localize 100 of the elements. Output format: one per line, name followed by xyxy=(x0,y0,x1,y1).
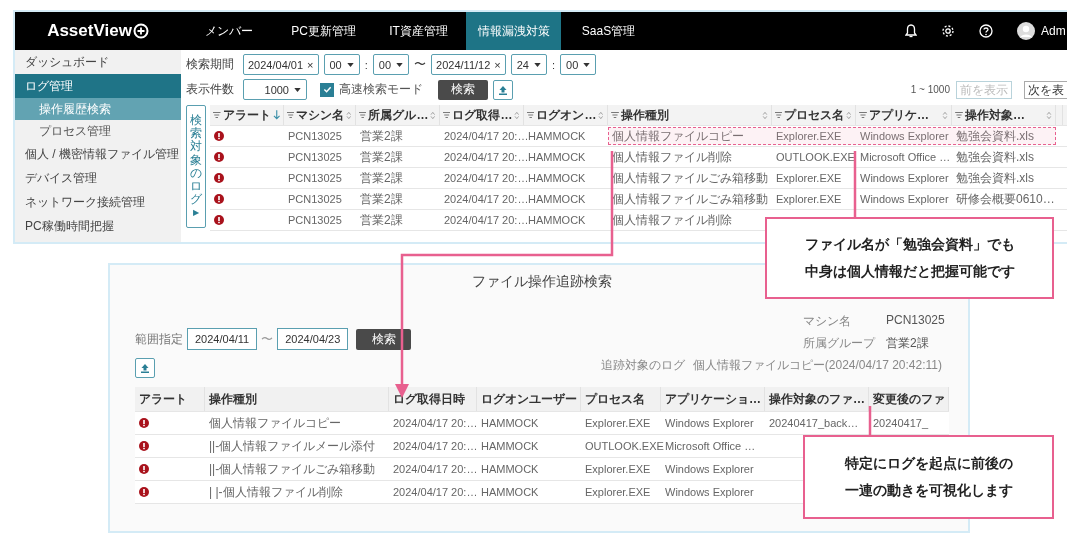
table-cell: HAMMOCK xyxy=(481,463,539,475)
info-value: 個人情報ファイルコピー(2024/04/17 20:42:11) xyxy=(692,357,942,374)
table-cell: Explorer.EXE xyxy=(776,193,842,205)
table-cell: 個人情報ファイルコピー xyxy=(209,414,341,432)
filter-icon xyxy=(443,112,451,118)
upload-button[interactable] xyxy=(135,358,155,378)
table-cell: PCN13025 xyxy=(288,214,342,226)
user-name[interactable]: Adm xyxy=(1041,24,1067,38)
checkbox-label: 高速検索モード xyxy=(339,81,423,98)
logo-mark-icon xyxy=(132,23,149,39)
table-cell: Windows Explorer xyxy=(860,172,949,184)
sidebar-item[interactable]: デバイス管理 xyxy=(15,166,181,190)
sidebar-item[interactable]: 個人 / 機密情報ファイル管理 xyxy=(15,142,181,166)
date-field[interactable]: 2024/04/01 × xyxy=(243,54,319,75)
sidebar-item[interactable]: ダッシュボード xyxy=(15,50,181,74)
table-cell: HAMMOCK xyxy=(528,151,586,163)
next-button[interactable]: 次を表 xyxy=(1024,80,1067,99)
nav-tab[interactable]: PC更新管理 xyxy=(276,12,371,50)
settings-icon xyxy=(941,24,955,38)
clear-button[interactable]: × xyxy=(307,58,314,71)
caret-icon xyxy=(583,62,591,67)
dropdown[interactable]: 24 xyxy=(510,54,547,75)
search-button[interactable]: 検索 xyxy=(356,328,412,350)
nav-tab[interactable]: メンバー xyxy=(181,12,276,50)
column-label: ログ取得… xyxy=(452,106,513,124)
filter-icon xyxy=(955,112,963,118)
check-icon xyxy=(322,85,332,94)
table-cell: Windows Explorer xyxy=(665,417,754,429)
column-label: プロセス名 xyxy=(784,106,845,124)
column-label: アラート xyxy=(222,106,271,124)
filter-icon xyxy=(859,112,867,118)
table-cell: 営業2課 xyxy=(360,148,403,166)
dropdown[interactable]: 1000 xyxy=(243,79,307,100)
sidebar-item[interactable]: PC稼働時間把握 xyxy=(15,214,181,238)
table-cell: Explorer.EXE xyxy=(585,463,651,475)
table-cell: HAMMOCK xyxy=(528,130,586,142)
info-label: 所属グループ xyxy=(803,335,877,352)
table-cell: HAMMOCK xyxy=(481,486,539,498)
table-cell: 2024/04/17 20:… xyxy=(393,486,478,498)
table-cell: PCN13025 xyxy=(288,172,342,184)
separator: : xyxy=(552,58,556,71)
field-label: 表示件数 xyxy=(186,81,235,98)
sidebar-item[interactable]: ログ管理 xyxy=(15,74,181,98)
table-cell: 20240417_ xyxy=(873,417,929,429)
dropdown[interactable]: 00 xyxy=(560,54,597,75)
table-cell: ||-個人情報ファイルメール添付 xyxy=(209,437,376,455)
column-label: ログオン… xyxy=(536,106,597,124)
column-label: マシン名 xyxy=(296,106,345,124)
table-cell: 営業2課 xyxy=(360,190,403,208)
column-label: アプリケーショ… xyxy=(665,390,761,408)
date-field[interactable]: 2024/04/11 xyxy=(187,328,258,350)
table-cell: 勉強会資料.xls xyxy=(956,127,1034,145)
column-label: プロセス名 xyxy=(585,390,646,408)
date-field[interactable]: 2024/04/23 xyxy=(277,328,349,350)
table-cell: HAMMOCK xyxy=(528,172,586,184)
caret-icon xyxy=(294,87,301,92)
nav-tab[interactable]: SaaS管理 xyxy=(561,12,656,50)
nav-tab[interactable]: 情報漏洩対策 xyxy=(466,12,561,50)
callout-text: 特定にログを起点に前後の 一連の動きを可視化します xyxy=(844,454,1013,500)
table-cell: 研修会概要0610… xyxy=(956,190,1055,208)
upload-button[interactable] xyxy=(493,79,513,100)
result-range: 1 ~ 1000 xyxy=(910,84,950,95)
logo: AssetView xyxy=(47,21,132,41)
table-cell: 2024/04/17 20:… xyxy=(393,463,478,475)
sidebar-item[interactable]: ネットワーク接続管理 xyxy=(15,190,181,214)
filter-icon xyxy=(775,112,783,118)
column-label: アラート xyxy=(139,390,188,408)
table-cell: Explorer.EXE xyxy=(776,172,842,184)
info-label: マシン名 xyxy=(803,313,852,330)
table-cell: Explorer.EXE xyxy=(585,486,651,498)
table-cell: 営業2課 xyxy=(360,169,403,187)
date-field[interactable]: 2024/11/12 × xyxy=(431,54,506,75)
checkbox[interactable] xyxy=(320,82,334,97)
search-button[interactable]: 検索 xyxy=(438,79,488,100)
table-cell: HAMMOCK xyxy=(481,417,539,429)
table-cell: 20240417_back… xyxy=(769,417,859,429)
separator: 〜 xyxy=(261,330,274,348)
sidebar-subitem[interactable]: プロセス管理 xyxy=(15,120,181,142)
filter-icon xyxy=(611,112,619,118)
table-cell: | |-個人情報ファイル削除 xyxy=(209,483,343,501)
table-cell: PCN13025 xyxy=(288,193,342,205)
column-label: 操作種別 xyxy=(209,390,258,408)
help-icon xyxy=(979,24,993,38)
table-cell: 個人情報ファイル削除 xyxy=(612,211,732,229)
separator: 〜 xyxy=(414,56,427,73)
column-label: ログオンユーザー xyxy=(481,390,577,408)
field-label: 検索期間 xyxy=(186,56,235,73)
nav-tab[interactable]: IT資産管理 xyxy=(371,12,466,50)
table-cell: 個人情報ファイル削除 xyxy=(612,148,732,166)
side-tab[interactable]: 検索対象のログ ▶ xyxy=(186,105,206,228)
table-cell: 個人情報ファイルごみ箱移動 xyxy=(612,190,768,208)
dropdown[interactable]: 00 xyxy=(372,54,410,75)
table-cell: 2024/04/17 20:… xyxy=(444,193,529,205)
info-value: PCN13025 xyxy=(886,313,942,329)
dropdown[interactable]: 00 xyxy=(323,54,360,75)
column-label: 操作対象… xyxy=(965,106,1026,124)
field-label: 範囲指定 xyxy=(135,330,183,348)
info-value: 営業2課 xyxy=(886,335,930,352)
table-cell: 2024/04/17 20:… xyxy=(393,417,478,429)
clear-button[interactable]: × xyxy=(494,58,501,71)
